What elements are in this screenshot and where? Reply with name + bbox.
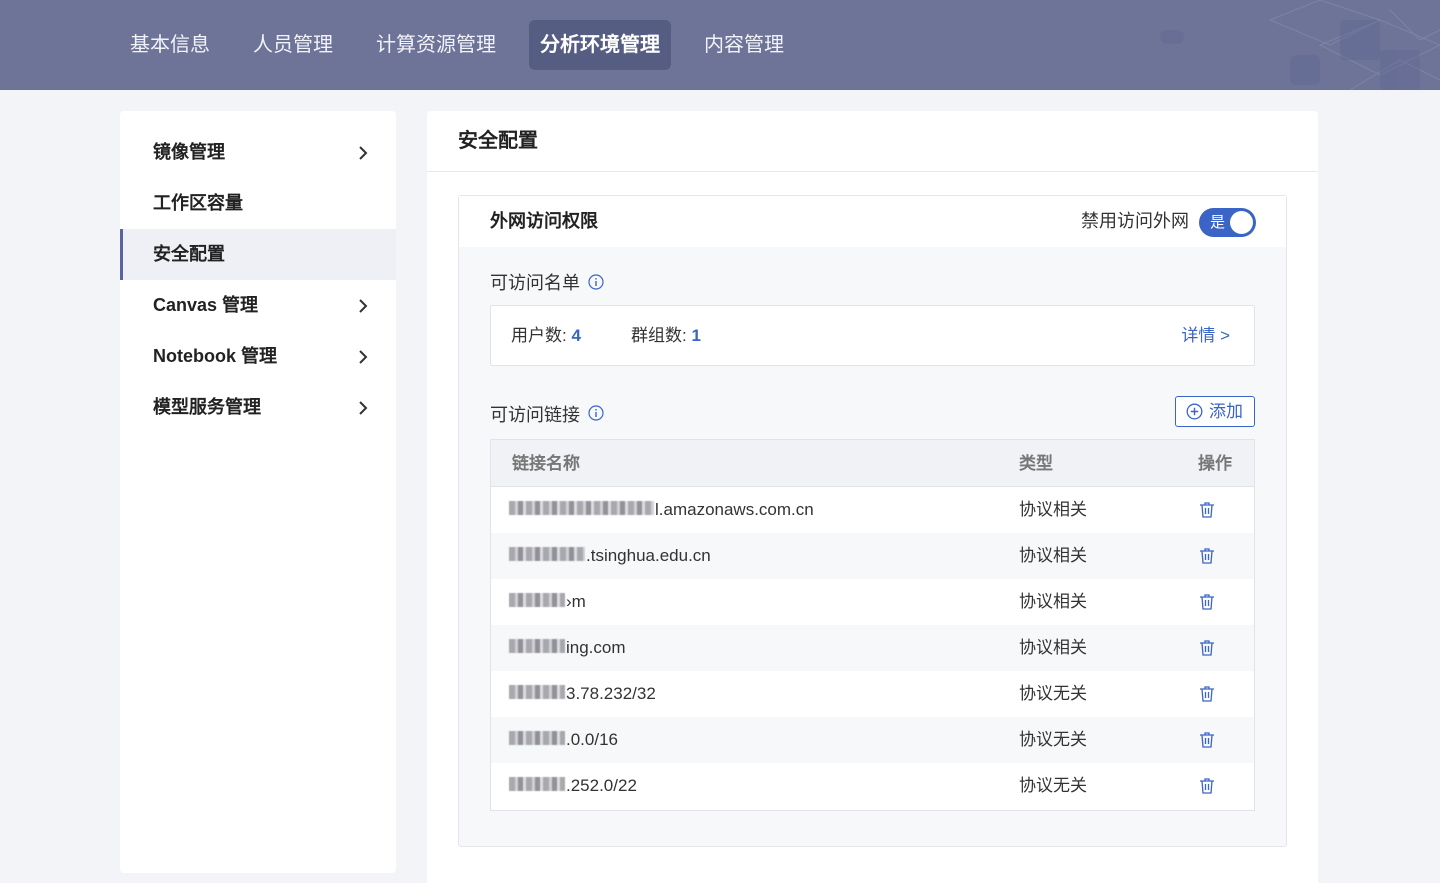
link-type: 协议相关 xyxy=(1019,592,1087,611)
link-name: l.amazonaws.com.cn xyxy=(509,487,814,533)
link-type: 协议无关 xyxy=(1019,730,1087,749)
link-name-text: ing.com xyxy=(566,638,626,657)
nav-item-compute-resources[interactable]: 计算资源管理 xyxy=(365,20,507,70)
link-name: ing.com xyxy=(509,625,626,671)
redacted-text xyxy=(509,592,565,607)
link-type: 协议无关 xyxy=(1019,776,1087,795)
nav-item-content[interactable]: 内容管理 xyxy=(693,20,795,70)
group-count-label: 群组数: xyxy=(631,326,692,345)
toggle-text: 是 xyxy=(1210,214,1226,231)
link-name-text: ›m xyxy=(566,592,586,611)
internet-access-card: 外网访问权限 禁用访问外网 是 可访问名单 用户数: 4 群组数: 1 详情 >… xyxy=(458,195,1287,847)
column-header-name: 链接名称 xyxy=(512,454,580,473)
chevron-right-icon xyxy=(359,146,368,160)
details-link[interactable]: 详情 > xyxy=(1181,306,1230,365)
sidebar-item-label: 工作区容量 xyxy=(153,193,243,213)
link-name-text: .0.0/16 xyxy=(566,730,618,749)
trash-icon[interactable] xyxy=(1199,685,1215,703)
add-link-button[interactable]: 添加 xyxy=(1175,396,1255,427)
trash-icon[interactable] xyxy=(1199,777,1215,795)
user-count-label: 用户数: xyxy=(511,326,572,345)
redacted-text xyxy=(509,730,565,745)
chevron-right-icon xyxy=(359,299,368,313)
link-name: .252.0/22 xyxy=(509,763,637,809)
trash-icon[interactable] xyxy=(1199,639,1215,657)
link-type: 协议相关 xyxy=(1019,546,1087,565)
nav-item-basic-info[interactable]: 基本信息 xyxy=(119,20,221,70)
divider xyxy=(427,171,1318,172)
table-row: .tsinghua.edu.cn 协议相关 xyxy=(491,533,1254,579)
links-table: 链接名称 类型 操作 l.amazonaws.com.cn 协议相关 .tsin… xyxy=(490,439,1255,811)
link-type: 协议相关 xyxy=(1019,500,1087,519)
sidebar: 镜像管理 工作区容量 安全配置 Canvas 管理 Notebook 管理 模型… xyxy=(120,111,396,873)
user-count-value: 4 xyxy=(571,326,581,345)
link-name: ›m xyxy=(509,579,586,625)
link-type: 协议相关 xyxy=(1019,638,1087,657)
redacted-text xyxy=(509,684,565,699)
column-header-type: 类型 xyxy=(1019,454,1053,473)
link-name-text: .tsinghua.edu.cn xyxy=(586,546,711,565)
add-button-label: 添加 xyxy=(1209,402,1243,421)
redacted-text xyxy=(509,546,585,561)
table-row: 3.78.232/32 协议无关 xyxy=(491,671,1254,717)
sidebar-item-label: Notebook 管理 xyxy=(153,346,277,366)
decorative-background-graphic xyxy=(1160,0,1440,90)
sidebar-item-label: Canvas 管理 xyxy=(153,295,259,315)
card-header: 外网访问权限 禁用访问外网 是 xyxy=(459,196,1286,247)
sidebar-item-canvas[interactable]: Canvas 管理 xyxy=(120,280,396,331)
top-nav: 基本信息 人员管理 计算资源管理 分析环境管理 内容管理 xyxy=(0,0,1440,90)
sidebar-item-label: 镜像管理 xyxy=(153,142,225,162)
sidebar-item-workspace-capacity[interactable]: 工作区容量 xyxy=(120,178,396,229)
user-count: 用户数: 4 xyxy=(511,306,581,365)
plus-circle-icon xyxy=(1186,403,1203,420)
sidebar-item-security-config[interactable]: 安全配置 xyxy=(120,229,396,280)
nav-item-analysis-env[interactable]: 分析环境管理 xyxy=(529,20,671,70)
page-title: 安全配置 xyxy=(458,130,538,152)
column-header-action: 操作 xyxy=(1198,454,1232,473)
nav-item-personnel[interactable]: 人员管理 xyxy=(242,20,344,70)
card-title: 外网访问权限 xyxy=(490,211,598,231)
sidebar-item-model-service[interactable]: 模型服务管理 xyxy=(120,382,396,433)
trash-icon[interactable] xyxy=(1199,547,1215,565)
toggle-knob xyxy=(1230,211,1253,234)
link-name: 3.78.232/32 xyxy=(509,671,656,717)
redacted-text xyxy=(509,638,565,653)
redacted-text xyxy=(509,776,565,791)
link-name: .tsinghua.edu.cn xyxy=(509,533,711,579)
link-type: 协议无关 xyxy=(1019,684,1087,703)
link-name-text: 3.78.232/32 xyxy=(566,684,656,703)
links-section-label: 可访问链接 xyxy=(490,405,580,425)
table-row: ›m 协议相关 xyxy=(491,579,1254,625)
table-header: 链接名称 类型 操作 xyxy=(491,440,1254,487)
table-row: ing.com 协议相关 xyxy=(491,625,1254,671)
chevron-right-icon xyxy=(359,401,368,415)
link-name-text: l.amazonaws.com.cn xyxy=(655,500,814,519)
whitelist-summary: 用户数: 4 群组数: 1 详情 > xyxy=(490,305,1255,366)
trash-icon[interactable] xyxy=(1199,731,1215,749)
trash-icon[interactable] xyxy=(1199,501,1215,519)
sidebar-item-image-management[interactable]: 镜像管理 xyxy=(120,127,396,178)
toggle-label: 禁用访问外网 xyxy=(1081,211,1189,231)
table-row: .252.0/22 协议无关 xyxy=(491,763,1254,809)
trash-icon[interactable] xyxy=(1199,593,1215,611)
link-name: .0.0/16 xyxy=(509,717,618,763)
info-icon[interactable] xyxy=(588,405,604,421)
sidebar-item-label: 安全配置 xyxy=(153,244,225,264)
disable-internet-toggle[interactable]: 是 xyxy=(1199,208,1256,237)
table-row: l.amazonaws.com.cn 协议相关 xyxy=(491,487,1254,533)
sidebar-item-notebook[interactable]: Notebook 管理 xyxy=(120,331,396,382)
group-count: 群组数: 1 xyxy=(631,306,701,365)
link-name-text: .252.0/22 xyxy=(566,776,637,795)
sidebar-item-label: 模型服务管理 xyxy=(153,397,261,417)
main-panel: 安全配置 外网访问权限 禁用访问外网 是 可访问名单 用户数: 4 群组数: 1… xyxy=(427,111,1318,883)
table-row: .0.0/16 协议无关 xyxy=(491,717,1254,763)
whitelist-section-label: 可访问名单 xyxy=(490,273,580,293)
chevron-right-icon xyxy=(359,350,368,364)
redacted-text xyxy=(509,500,654,515)
info-icon[interactable] xyxy=(588,274,604,290)
group-count-value: 1 xyxy=(691,326,701,345)
